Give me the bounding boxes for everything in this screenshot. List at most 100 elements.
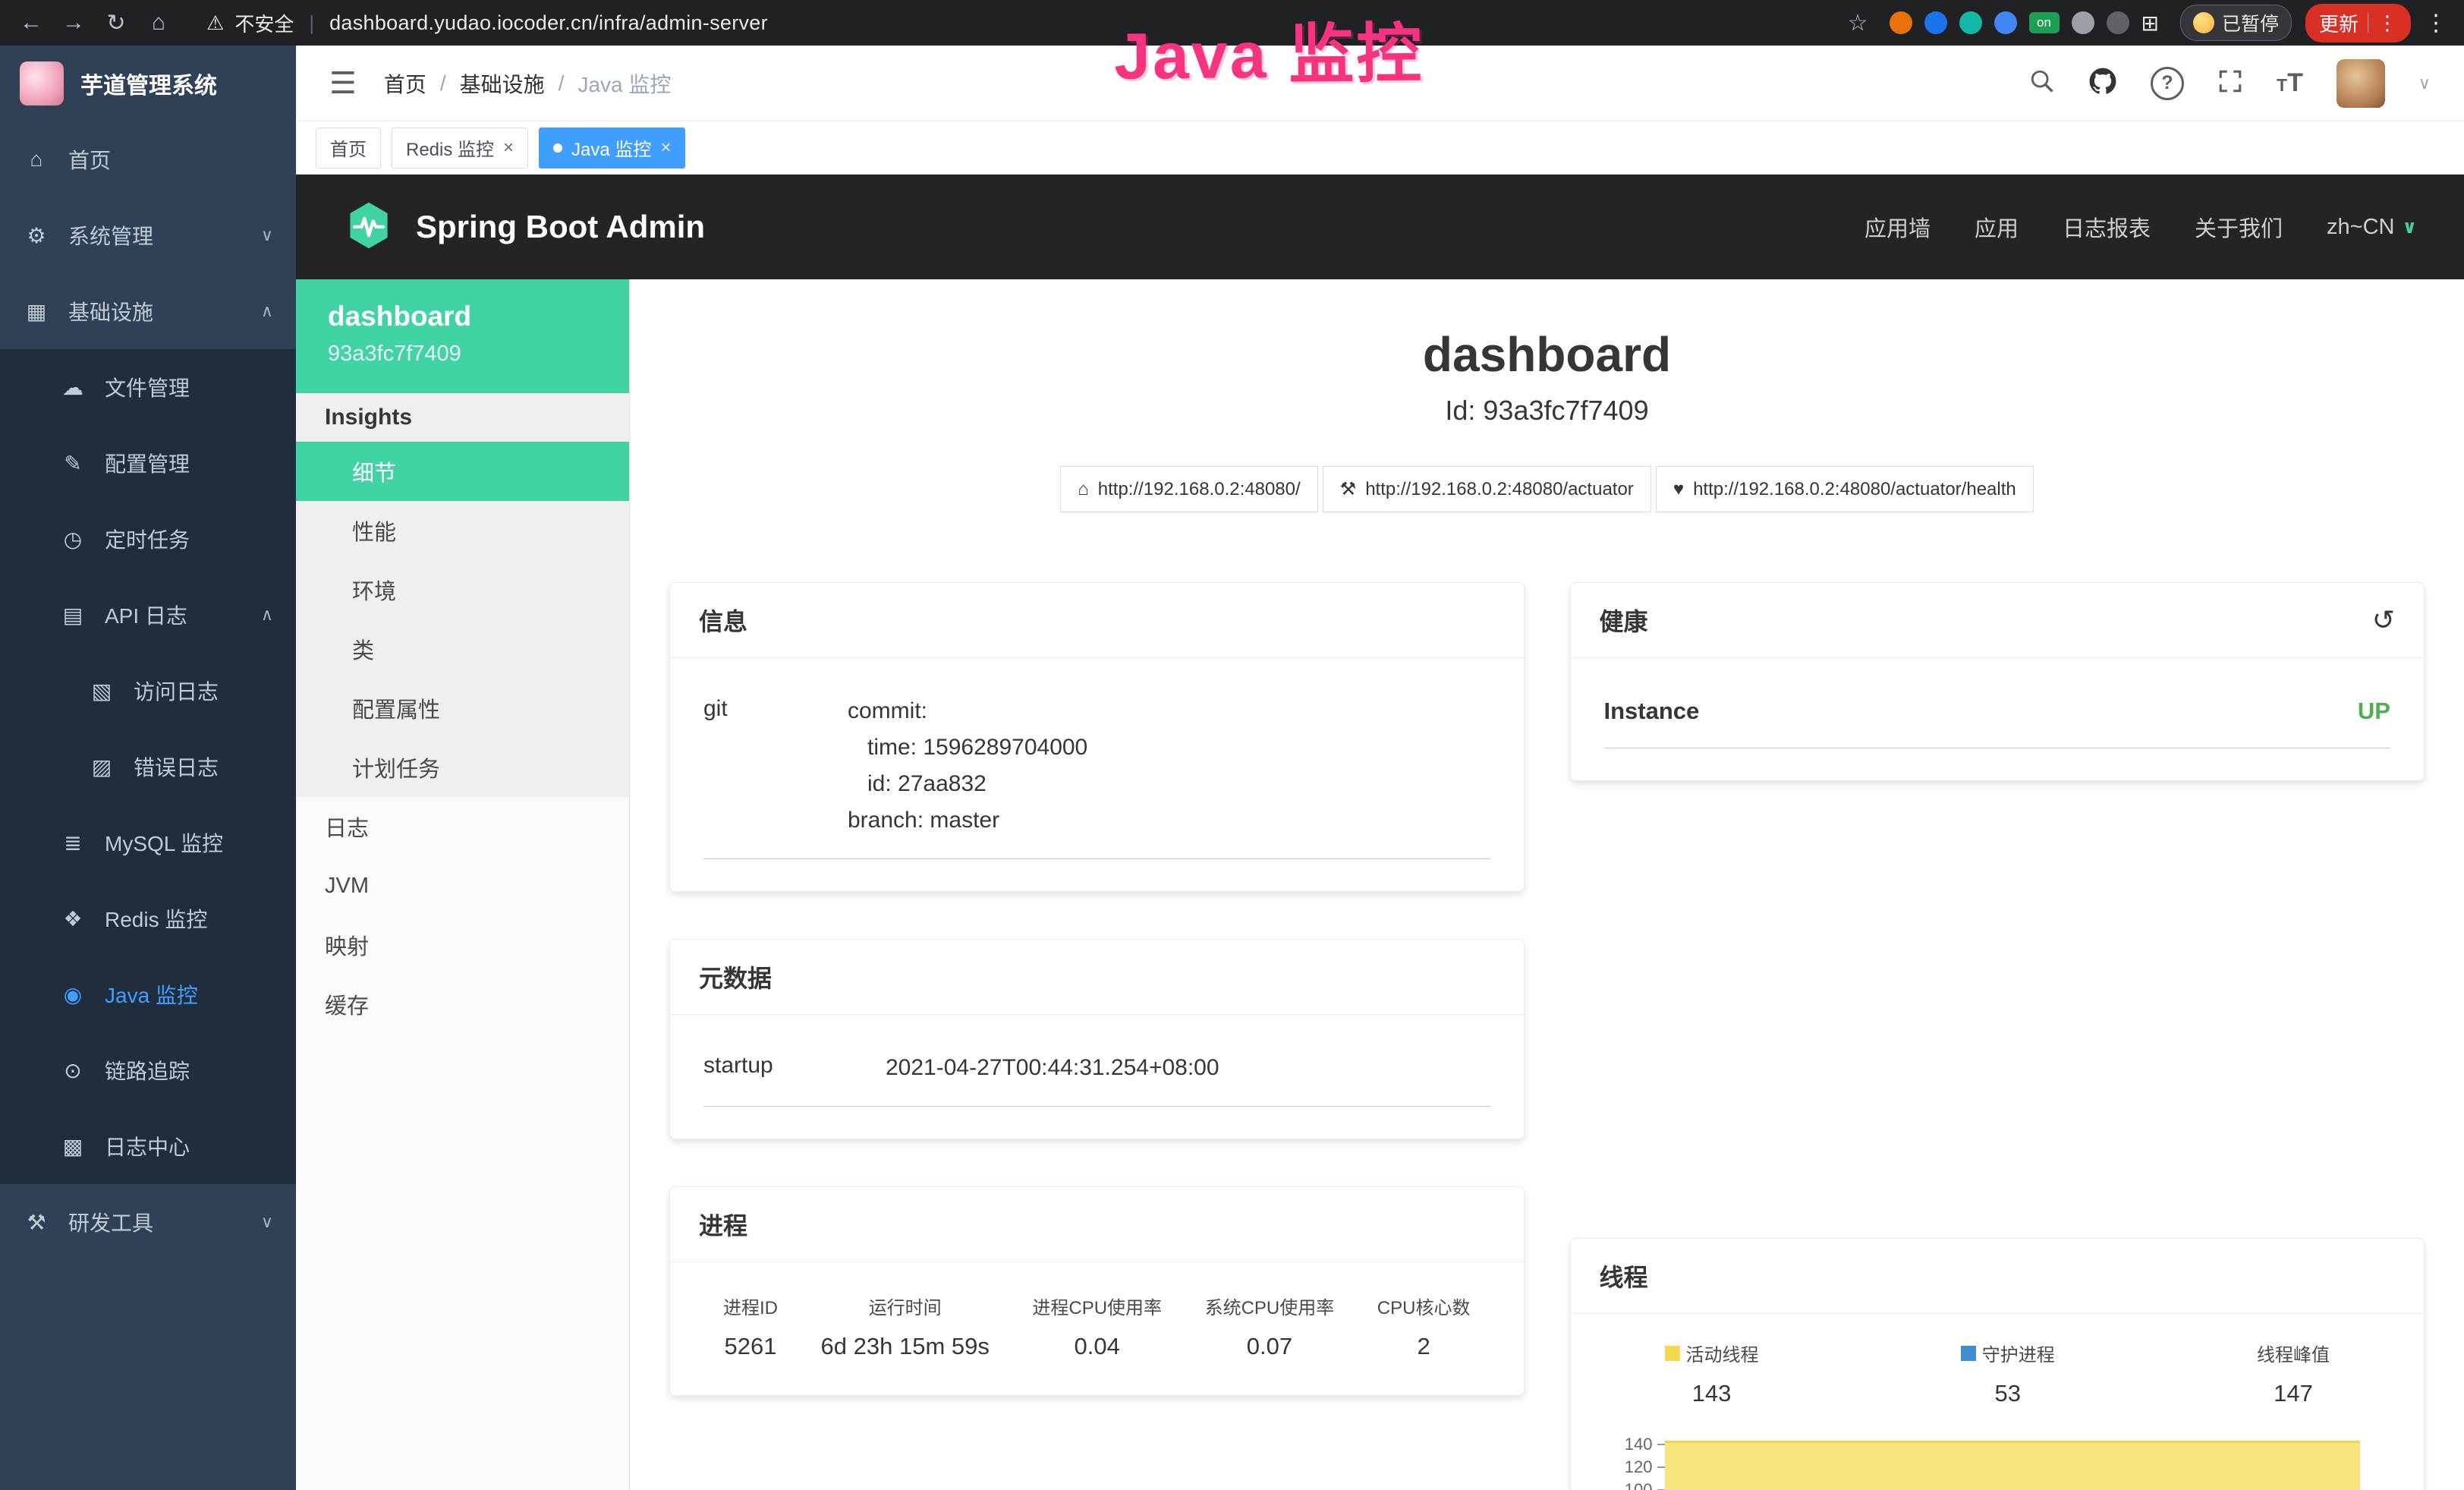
redis-icon: ❖ [59,906,87,931]
sidebar-item-file-management[interactable]: ☁ 文件管理 [0,349,296,425]
y-tick: 100 [1612,1479,1665,1490]
url-text[interactable]: dashboard.yudao.iocoder.cn/infra/admin-s… [329,11,768,35]
health-card-title: 健康 [1600,603,1648,638]
access-log-icon: ▧ [88,679,115,704]
sidebar-item-mysql-monitor[interactable]: ≣ MySQL 监控 [0,805,296,880]
sba-sidebar-item-scheduled[interactable]: 计划任务 [296,738,629,797]
extension-icon[interactable] [2072,11,2094,34]
address-bar[interactable]: ⚠ 不安全 | dashboard.yudao.iocoder.cn/infra… [206,9,768,37]
document-icon: ▤ [59,603,87,628]
sba-language-select[interactable]: zh~CN ∨ [2327,215,2417,240]
history-icon[interactable]: ↺ [2372,604,2395,636]
sidebar-item-label: Redis 监控 [105,903,207,934]
bookmark-star-icon[interactable]: ☆ [1848,10,1868,36]
instance-header[interactable]: dashboard 93a3fc7f7409 [296,279,629,393]
sidebar-item-error-logs[interactable]: ▨ 错误日志 [0,729,296,805]
fullscreen-icon[interactable] [2217,68,2243,98]
sba-sidebar-item-mappings[interactable]: 映射 [296,915,629,975]
hamburger-icon[interactable]: ☰ [329,66,357,101]
threads-card-title: 线程 [1571,1239,2425,1314]
cloud-file-icon: ☁ [59,375,87,400]
sidebar-item-label: 首页 [68,144,111,175]
forward-icon[interactable]: → [59,10,88,36]
extension-icon[interactable] [1890,11,1912,34]
sba-sidebar-item-config-props[interactable]: 配置属性 [296,679,629,738]
health-url-link[interactable]: ♥ http://192.168.0.2:48080/actuator/heal… [1656,466,2034,512]
sidebar-item-log-center[interactable]: ▩ 日志中心 [0,1108,296,1184]
sba-nav-about[interactable]: 关于我们 [2195,211,2283,243]
address-divider: | [309,11,314,35]
reload-icon[interactable]: ↻ [102,10,131,36]
sidebar-item-home[interactable]: ⌂ 首页 [0,121,296,197]
avatar-caret-icon[interactable]: ∨ [2418,74,2431,93]
font-size-icon[interactable]: TT [2277,68,2303,98]
sba-brand-title[interactable]: Spring Boot Admin [416,209,705,245]
sba-sidebar-item-logs[interactable]: 日志 [296,797,629,856]
sba-logo-icon [343,200,395,255]
close-icon[interactable]: × [503,137,514,159]
search-icon[interactable] [2029,68,2055,98]
update-button[interactable]: 更新 ⋮ [2305,4,2411,43]
metadata-value: 2021-04-27T00:44:31.254+08:00 [886,1050,1490,1086]
sba-nav-applications[interactable]: 应用 [1975,211,2019,243]
user-avatar[interactable] [2337,59,2385,108]
instance-name: dashboard [328,301,597,332]
paused-badge[interactable]: 已暂停 [2180,5,2292,41]
sidebar: 芋道管理系统 ⌂ 首页 ⚙ 系统管理 ∨ ▦ 基础设施 ∧ ☁ 文件管理 ✎ 配… [0,46,296,1490]
instance-url-link[interactable]: ⌂ http://192.168.0.2:48080/ [1060,466,1317,512]
sba-sidebar-item-jvm[interactable]: JVM [296,856,629,915]
breadcrumb-infrastructure[interactable]: 基础设施 [460,68,545,99]
sidebar-item-access-logs[interactable]: ▧ 访问日志 [0,653,296,729]
emoji-face-icon [2193,12,2214,33]
chevron-up-icon: ∧ [261,301,273,321]
sba-sidebar-item-environment[interactable]: 环境 [296,560,629,619]
sidebar-item-redis-monitor[interactable]: ❖ Redis 监控 [0,880,296,956]
tab-home[interactable]: 首页 [316,128,381,169]
sba-nav-journal[interactable]: 日志报表 [2063,211,2151,243]
info-line: branch: master [848,802,1490,839]
info-card: 信息 git commit: time: 1596289704000 id: 2… [669,582,1525,892]
sidebar-item-dev-tools[interactable]: ⚒ 研发工具 ∨ [0,1184,296,1260]
extension-icon[interactable] [1959,11,1982,34]
tab-label: Java 监控 [571,134,651,161]
back-icon[interactable]: ← [17,10,46,36]
extension-on-badge[interactable]: on [2029,12,2060,33]
sidebar-item-api-logs[interactable]: ▤ API 日志 ∧ [0,577,296,653]
home-icon: ⌂ [23,147,50,172]
chevron-down-icon: ∨ [261,225,273,245]
sba-nav-wallboard[interactable]: 应用墙 [1865,211,1931,243]
sidebar-item-infrastructure[interactable]: ▦ 基础设施 ∧ [0,273,296,349]
sba-sidebar-item-classes[interactable]: 类 [296,619,629,679]
tab-java-monitor[interactable]: Java 监控 × [539,128,685,169]
breadcrumb-home[interactable]: 首页 [384,68,426,99]
tab-redis-monitor[interactable]: Redis 监控 × [392,128,528,169]
sidebar-item-java-monitor[interactable]: ◉ Java 监控 [0,956,296,1032]
extension-icon[interactable] [1994,11,2017,34]
sba-sidebar-item-caches[interactable]: 缓存 [296,975,629,1034]
process-stat: 系统CPU使用率 0.07 [1205,1293,1335,1360]
sba-sidebar-item-details[interactable]: 细节 [296,442,629,501]
sba-language-label: zh~CN [2327,215,2394,240]
sba-sidebar-item-metrics[interactable]: 性能 [296,501,629,560]
extensions-puzzle-icon[interactable]: ⊞ [2141,11,2159,36]
instance-id-line: Id: 93a3fc7f7409 [630,395,2464,427]
sidebar-item-trace[interactable]: ⊙ 链路追踪 [0,1032,296,1108]
stat-value: 0.04 [1032,1333,1162,1360]
sidebar-item-config-management[interactable]: ✎ 配置管理 [0,425,296,501]
update-kebab-icon[interactable]: ⋮ [2377,11,2397,35]
infrastructure-icon: ▦ [23,299,50,324]
sidebar-item-system-management[interactable]: ⚙ 系统管理 ∨ [0,197,296,273]
github-icon[interactable] [2088,67,2117,99]
actuator-url-link[interactable]: ⚒ http://192.168.0.2:48080/actuator [1323,466,1651,512]
metadata-card-title: 元数据 [670,940,1524,1015]
close-icon[interactable]: × [660,137,671,159]
legend-label: 守护进程 [1982,1340,2055,1366]
browser-home-icon[interactable]: ⌂ [144,10,173,36]
health-instance-row[interactable]: Instance UP [1604,684,2391,748]
sidebar-item-scheduled-tasks[interactable]: ◷ 定时任务 [0,501,296,577]
help-icon[interactable]: ? [2151,67,2184,100]
extension-icon[interactable] [1924,11,1947,34]
browser-menu-kebab-icon[interactable]: ⋮ [2425,10,2447,36]
extension-icon[interactable] [2107,11,2129,34]
update-label: 更新 [2319,9,2359,37]
